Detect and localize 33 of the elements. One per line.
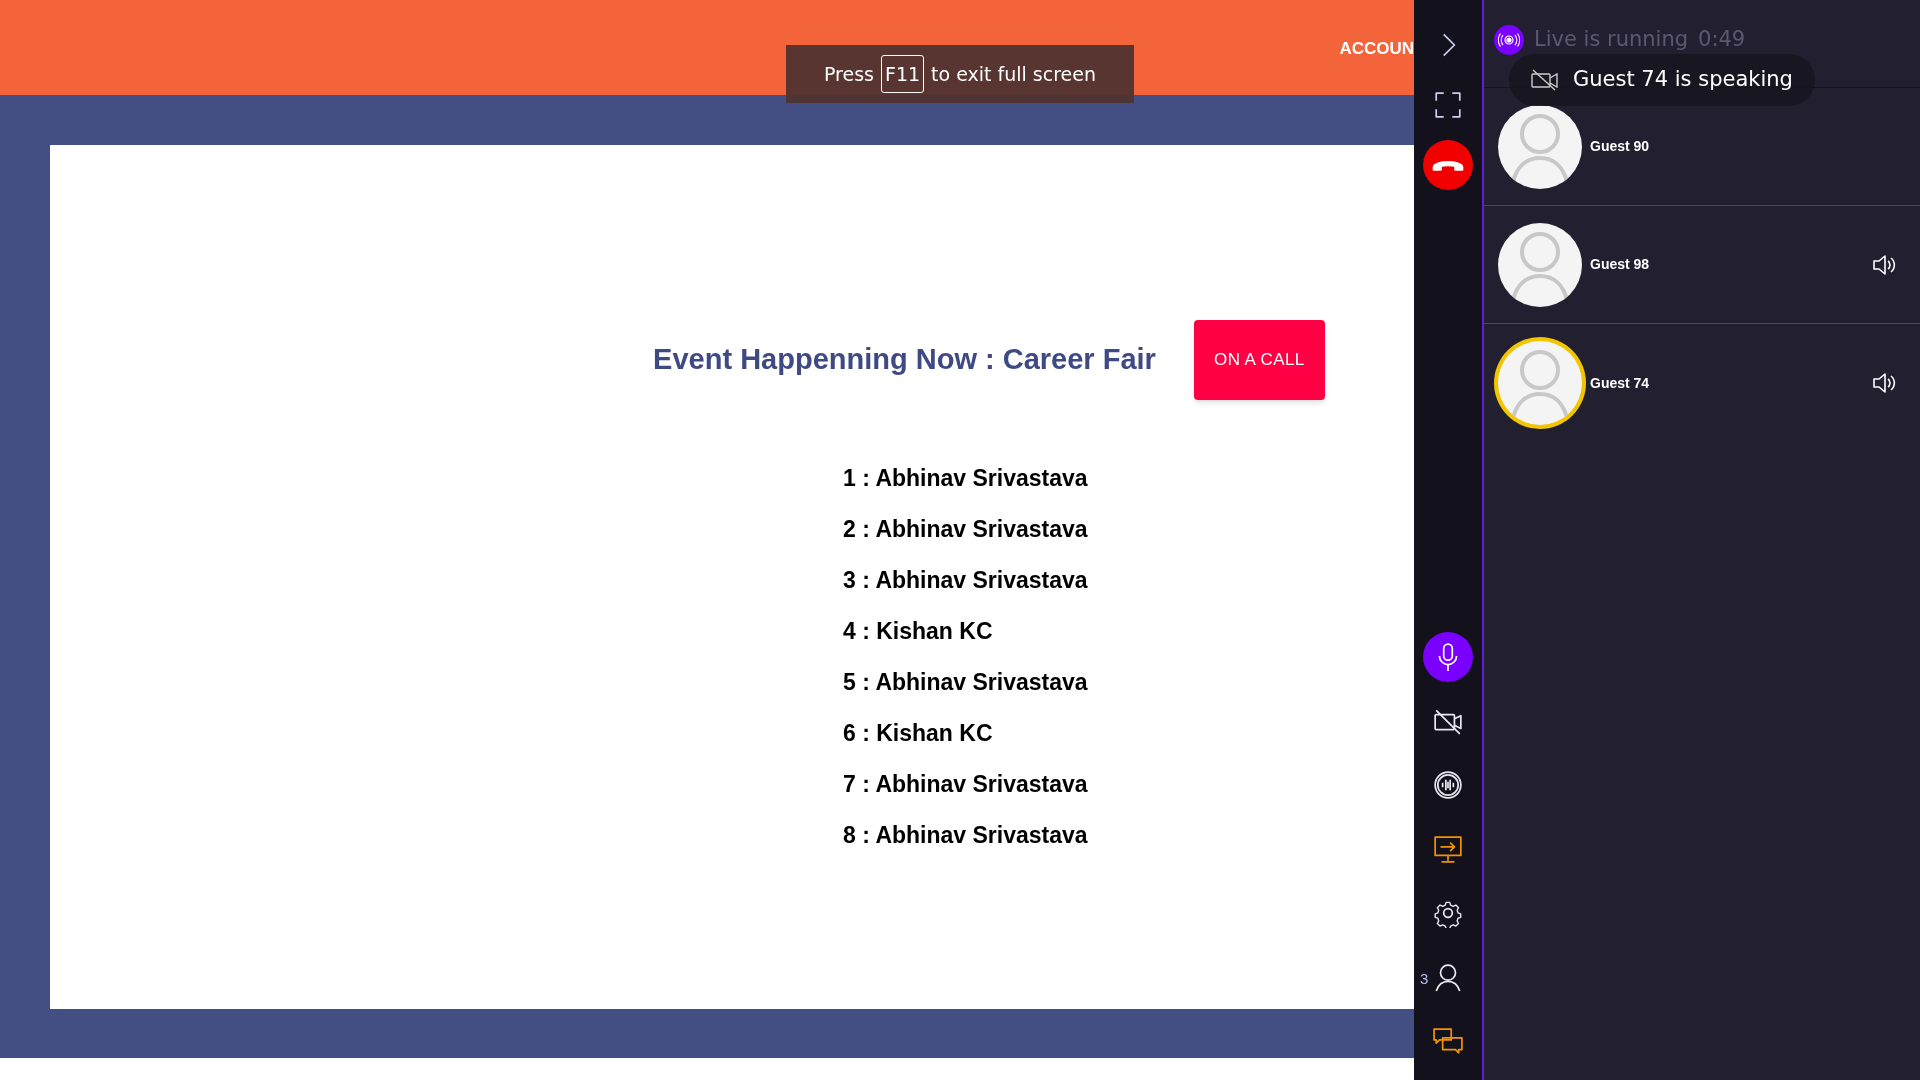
video-off-icon bbox=[1531, 69, 1559, 91]
mic-button[interactable] bbox=[1423, 632, 1473, 682]
live-icon bbox=[1494, 24, 1524, 55]
toast-text: Press bbox=[823, 61, 874, 87]
fullscreen-icon bbox=[1432, 90, 1464, 120]
audio-wave-icon bbox=[1432, 770, 1464, 800]
attendee-name: 8 : Abhinav Srivastava bbox=[843, 821, 1088, 850]
on-a-call-button[interactable]: ON A CALL bbox=[1193, 320, 1325, 400]
live-timer: 0:49 bbox=[1698, 26, 1746, 53]
participant-count: 3 bbox=[1420, 969, 1429, 989]
participant-row[interactable]: Guest 98 bbox=[1484, 206, 1920, 324]
participant-row[interactable]: Guest 74 bbox=[1484, 324, 1920, 442]
live-status-text: Live is running bbox=[1534, 26, 1689, 53]
attendee-name: 7 : Abhinav Srivastava bbox=[843, 770, 1088, 799]
attendee-name: 5 : Abhinav Srivastava bbox=[843, 668, 1088, 697]
attendee-name: 1 : Abhinav Srivastava bbox=[843, 464, 1088, 493]
speaker-icon[interactable] bbox=[1872, 253, 1896, 276]
hangup-button[interactable] bbox=[1423, 140, 1473, 190]
hang-up-icon bbox=[1432, 159, 1464, 171]
attendee-name: 4 : Kishan KC bbox=[843, 617, 994, 646]
attendee-name: 6 : Kishan KC bbox=[843, 719, 994, 748]
participant-name: Guest 90 bbox=[1590, 137, 1651, 156]
monitor-arrow-icon bbox=[1432, 834, 1464, 864]
event-title: Event Happenning Now : Career Fair bbox=[653, 342, 1156, 378]
participant-name: Guest 98 bbox=[1590, 255, 1651, 274]
toast-text: to exit full screen bbox=[931, 61, 1097, 87]
person-icon bbox=[1432, 962, 1464, 992]
attendee-name: 2 : Abhinav Srivastava bbox=[843, 515, 1088, 544]
key-label: F11 bbox=[880, 54, 925, 94]
participant-name: Guest 74 bbox=[1590, 373, 1651, 393]
attendee-name: 3 : Abhinav Srivastava bbox=[843, 566, 1088, 595]
chat-bubbles-icon bbox=[1432, 1026, 1464, 1056]
speaker-icon[interactable] bbox=[1872, 372, 1896, 394]
